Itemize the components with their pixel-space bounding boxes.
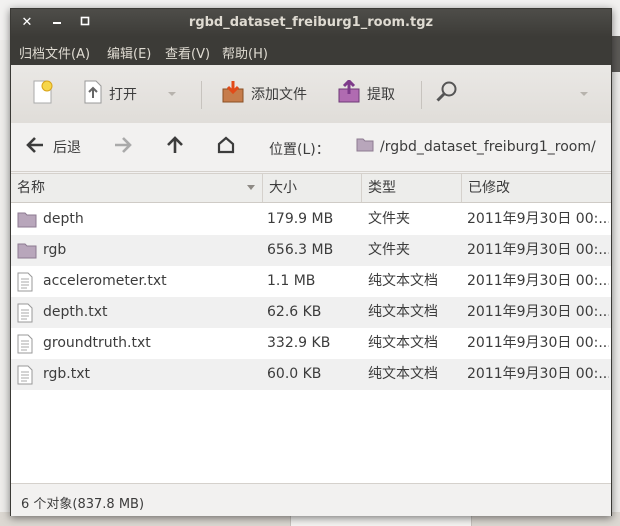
file-name: groundtruth.txt — [43, 335, 151, 351]
extract-button[interactable]: 提取 — [337, 78, 395, 109]
home-button[interactable] — [216, 135, 236, 159]
file-type: 纯文本文档 — [368, 335, 438, 351]
file-size: 332.9 KB — [267, 335, 331, 351]
menu-bar: 归档文件(A) 编辑(E) 查看(V) 帮助(H) — [11, 37, 611, 65]
file-name: depth — [43, 211, 84, 227]
file-row[interactable]: accelerometer.txt 1.1 MB 纯文本文档 2011年9月30日 0… — [11, 266, 611, 297]
location-path[interactable]: /rgbd_dataset_freiburg1_room/ — [356, 137, 596, 156]
chevron-down-icon — [579, 86, 589, 102]
file-row[interactable]: groundtruth.txt 332.9 KB 纯文本文档 2011年9月30日 0… — [11, 328, 611, 359]
toolbar-separator — [201, 81, 202, 109]
more-dropdown-button[interactable] — [579, 79, 589, 109]
arrow-up-icon — [165, 135, 185, 159]
file-size: 656.3 MB — [267, 242, 334, 258]
file-size: 1.1 MB — [267, 273, 316, 289]
title-bar: ✕ rgbd_dataset_freiburg1_room.tgz — [11, 9, 611, 37]
location-path-text: /rgbd_dataset_freiburg1_room/ — [380, 138, 596, 155]
add-files-label: 添加文件 — [251, 87, 307, 103]
new-archive-icon — [31, 79, 55, 109]
column-header-modified[interactable]: 已修改 — [462, 174, 611, 202]
file-row[interactable]: rgb 656.3 MB 文件夹 2011年9月30日 00:... — [11, 235, 611, 266]
arrow-right-icon — [113, 135, 133, 159]
file-modified: 2011年9月30日 00:... — [467, 335, 609, 351]
location-bar: 后退 位置(L)： /rgbd_dataset_freiburg1_room/ — [11, 123, 611, 172]
search-button[interactable] — [435, 79, 459, 109]
add-files-button[interactable]: 添加文件 — [221, 79, 307, 109]
file-row[interactable]: depth 179.9 MB 文件夹 2011年9月30日 00:... — [11, 204, 611, 235]
back-label: 后退 — [53, 140, 81, 156]
open-icon — [83, 80, 103, 108]
file-list: 名称 大小 类型 已修改 depth 179.9 MB 文件夹 2011年9月30日 … — [11, 173, 611, 484]
status-bar: 6 个对象(837.8 MB) — [11, 483, 611, 516]
menu-help[interactable]: 帮助(H) — [222, 43, 268, 62]
column-header-name[interactable]: 名称 — [11, 174, 263, 202]
file-size: 62.6 KB — [267, 304, 322, 320]
menu-view[interactable]: 查看(V) — [165, 43, 210, 62]
file-list-header: 名称 大小 类型 已修改 — [11, 174, 611, 203]
forward-button[interactable] — [113, 135, 133, 159]
file-modified: 2011年9月30日 00:... — [467, 273, 609, 289]
open-label: 打开 — [109, 87, 137, 103]
file-row[interactable]: depth.txt 62.6 KB 纯文本文档 2011年9月30日 00:... — [11, 297, 611, 328]
column-header-modified-label: 已修改 — [468, 180, 510, 196]
file-name: accelerometer.txt — [43, 273, 167, 289]
text-file-icon — [17, 359, 39, 396]
file-type: 纯文本文档 — [368, 273, 438, 289]
status-text: 6 个对象(837.8 MB) — [21, 497, 145, 512]
back-button[interactable]: 后退 — [25, 135, 81, 159]
home-icon — [216, 135, 236, 159]
add-files-icon — [221, 80, 245, 108]
new-archive-button[interactable] — [31, 79, 55, 109]
chevron-down-icon — [167, 86, 177, 102]
arrow-left-icon — [25, 135, 45, 159]
file-row[interactable]: rgb.txt 60.0 KB 纯文本文档 2011年9月30日 00:... — [11, 359, 611, 390]
file-name: rgb — [43, 242, 67, 258]
up-button[interactable] — [165, 135, 185, 159]
open-button[interactable]: 打开 — [83, 79, 137, 109]
menu-edit[interactable]: 编辑(E) — [107, 43, 151, 62]
file-modified: 2011年9月30日 00:... — [467, 242, 609, 258]
file-size: 60.0 KB — [267, 366, 322, 382]
column-header-size[interactable]: 大小 — [263, 174, 362, 202]
sort-arrow-icon — [246, 174, 256, 202]
extract-icon — [337, 78, 361, 108]
file-modified: 2011年9月30日 00:... — [467, 304, 609, 320]
column-header-name-label: 名称 — [17, 180, 45, 196]
file-name: depth.txt — [43, 304, 108, 320]
file-type: 文件夹 — [368, 242, 410, 258]
open-dropdown-button[interactable] — [167, 79, 177, 109]
location-label: 位置(L)： — [269, 142, 330, 158]
toolbar: 打开 添加文件 提取 — [11, 65, 611, 124]
archive-manager-window: ✕ rgbd_dataset_freiburg1_room.tgz 归档文件(A… — [10, 8, 612, 516]
file-modified: 2011年9月30日 00:... — [467, 366, 609, 382]
file-type: 文件夹 — [368, 211, 410, 227]
file-type: 纯文本文档 — [368, 304, 438, 320]
file-type: 纯文本文档 — [368, 366, 438, 382]
toolbar-separator — [421, 81, 422, 109]
column-header-size-label: 大小 — [269, 180, 297, 196]
column-header-type[interactable]: 类型 — [362, 174, 462, 202]
window-title: rgbd_dataset_freiburg1_room.tgz — [188, 15, 434, 30]
file-modified: 2011年9月30日 00:... — [467, 211, 609, 227]
file-name: rgb.txt — [43, 366, 90, 382]
search-icon — [435, 80, 459, 108]
folder-icon — [356, 137, 374, 156]
menu-archive[interactable]: 归档文件(A) — [19, 43, 90, 62]
column-header-type-label: 类型 — [368, 180, 396, 196]
file-size: 179.9 MB — [267, 211, 334, 227]
extract-label: 提取 — [367, 87, 395, 103]
